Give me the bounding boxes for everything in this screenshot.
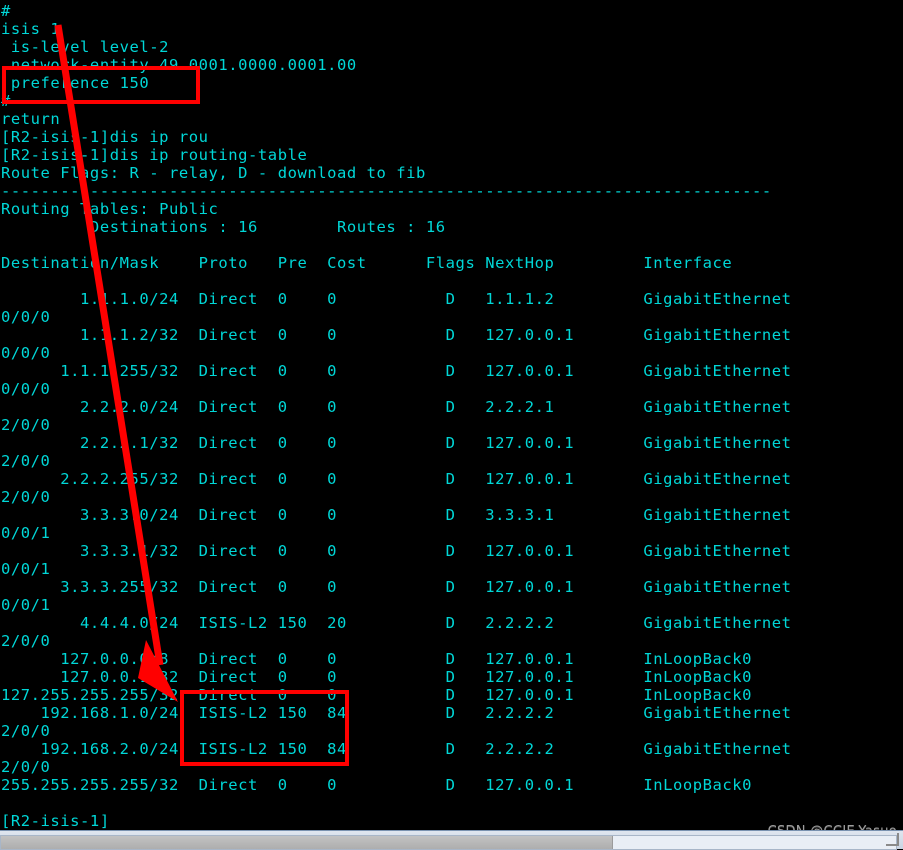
- terminal-line: 3.3.3.0/24 Direct 0 0 D 3.3.3.1 GigabitE…: [1, 506, 792, 524]
- resize-grip-icon[interactable]: [887, 834, 901, 848]
- terminal-line: 2.2.2.0/24 Direct 0 0 D 2.2.2.1 GigabitE…: [1, 398, 792, 416]
- terminal-line: 4.4.4.0/24 ISIS-L2 150 20 D 2.2.2.2 Giga…: [1, 614, 792, 632]
- terminal-line: [R2-isis-1]dis ip rou: [1, 128, 209, 146]
- terminal-line: 127.0.0.0/8 Direct 0 0 D 127.0.0.1 InLoo…: [1, 650, 753, 668]
- terminal-line: 1.1.1.2/32 Direct 0 0 D 127.0.0.1 Gigabi…: [1, 326, 792, 344]
- terminal-line: preference 150: [1, 74, 150, 92]
- terminal-line: 192.168.1.0/24 ISIS-L2 150 84 D 2.2.2.2 …: [1, 704, 792, 722]
- terminal-line: Route Flags: R - relay, D - download to …: [1, 164, 426, 182]
- terminal-line: 127.255.255.255/32 Direct 0 0 D 127.0.0.…: [1, 686, 753, 704]
- terminal-line: 3.3.3.255/32 Direct 0 0 D 127.0.0.1 Giga…: [1, 578, 792, 596]
- terminal-line: Destination/Mask Proto Pre Cost Flags Ne…: [1, 254, 733, 272]
- terminal-line: 2.2.2.1/32 Direct 0 0 D 127.0.0.1 Gigabi…: [1, 434, 792, 452]
- terminal-line: 1.1.1.255/32 Direct 0 0 D 127.0.0.1 Giga…: [1, 362, 792, 380]
- horizontal-scrollbar[interactable]: [0, 835, 897, 850]
- terminal-line: 2/0/0: [1, 722, 51, 740]
- scrollbar-thumb[interactable]: [1, 836, 613, 849]
- terminal-line: 0/0/0: [1, 308, 51, 326]
- terminal-line: [R2-isis-1]: [1, 812, 110, 830]
- terminal-line: 2/0/0: [1, 416, 51, 434]
- window-bottom-chrome: [0, 830, 903, 850]
- terminal-line: #: [1, 2, 11, 20]
- terminal-line: 192.168.2.0/24 ISIS-L2 150 84 D 2.2.2.2 …: [1, 740, 792, 758]
- terminal-line: 2/0/0: [1, 452, 51, 470]
- terminal-line: 2/0/0: [1, 758, 51, 776]
- terminal-line: ----------------------------------------…: [1, 182, 772, 200]
- terminal-line: network-entity 49.0001.0000.0001.00: [1, 56, 357, 74]
- terminal-line: Destinations : 16 Routes : 16: [1, 218, 446, 236]
- terminal-line: Routing Tables: Public: [1, 200, 219, 218]
- terminal-line: 127.0.0.1/32 Direct 0 0 D 127.0.0.1 InLo…: [1, 668, 753, 686]
- terminal-line: 0/0/0: [1, 380, 51, 398]
- terminal-line: 2/0/0: [1, 488, 51, 506]
- terminal-line: 0/0/1: [1, 596, 51, 614]
- terminal-line: 0/0/1: [1, 524, 51, 542]
- terminal-line: 0/0/0: [1, 344, 51, 362]
- terminal-line: is-level level-2: [1, 38, 169, 56]
- terminal-output[interactable]: # isis 1 is-level level-2 network-entity …: [0, 0, 903, 830]
- terminal-line: #: [1, 92, 11, 110]
- terminal-line: 255.255.255.255/32 Direct 0 0 D 127.0.0.…: [1, 776, 753, 794]
- terminal-line: 3.3.3.1/32 Direct 0 0 D 127.0.0.1 Gigabi…: [1, 542, 792, 560]
- terminal-line: 2/0/0: [1, 632, 51, 650]
- terminal-line: 2.2.2.255/32 Direct 0 0 D 127.0.0.1 Giga…: [1, 470, 792, 488]
- terminal-line: isis 1: [1, 20, 61, 38]
- terminal-line: 0/0/1: [1, 560, 51, 578]
- terminal-line: [R2-isis-1]dis ip routing-table: [1, 146, 308, 164]
- terminal-line: 1.1.1.0/24 Direct 0 0 D 1.1.1.2 GigabitE…: [1, 290, 792, 308]
- terminal-line: return: [1, 110, 61, 128]
